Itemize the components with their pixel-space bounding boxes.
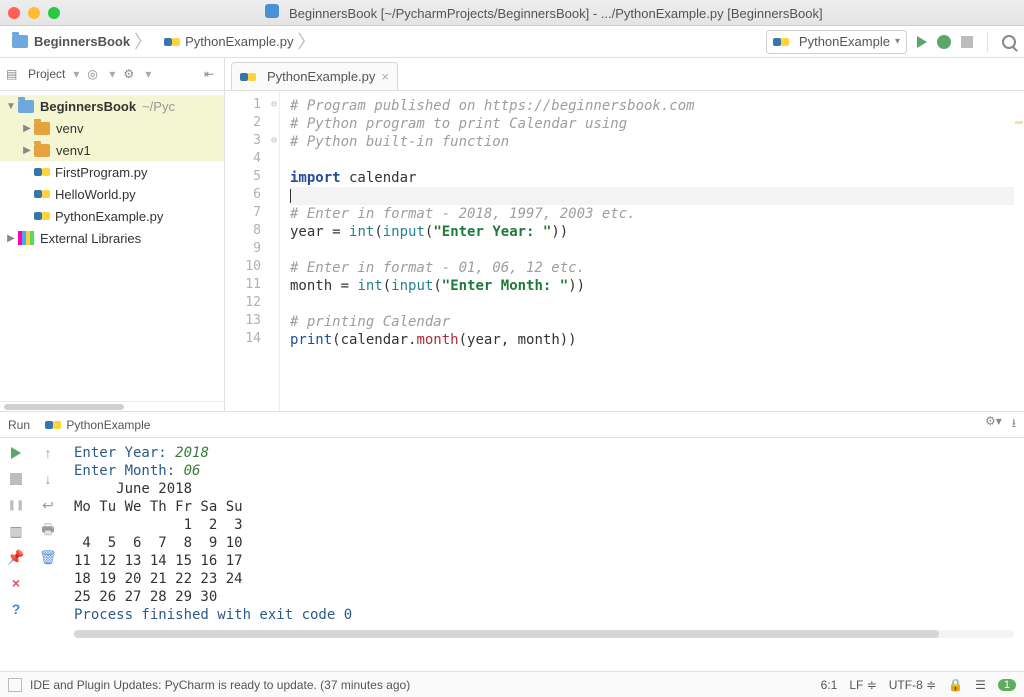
download-icon[interactable]: ⭳ xyxy=(1012,414,1016,435)
libraries-icon xyxy=(18,231,34,245)
tree-file[interactable]: FirstProgram.py xyxy=(0,161,224,183)
tree-folder[interactable]: ▶ venv xyxy=(0,117,224,139)
close-run-button[interactable]: × xyxy=(7,574,25,592)
close-tab-icon[interactable]: × xyxy=(381,69,389,84)
line-gutter[interactable]: 1⊖23⊖4567891011121314 xyxy=(225,91,280,411)
file-encoding[interactable]: UTF-8 ≑ xyxy=(889,678,936,692)
project-tree[interactable]: ▼ BeginnersBook ~/Pyc ▶ venv ▶ venv1 xyxy=(0,91,224,401)
tree-twisty-icon[interactable]: ▶ xyxy=(4,233,18,244)
error-stripe[interactable] xyxy=(1014,91,1024,411)
close-window-icon[interactable] xyxy=(8,7,20,19)
debug-button[interactable] xyxy=(937,35,951,49)
navigation-bar: BeginnersBook 〉 PythonExample.py 〉 Pytho… xyxy=(0,26,1024,58)
minimize-window-icon[interactable] xyxy=(28,7,40,19)
stop-process-button[interactable] xyxy=(7,470,25,488)
project-view-icon[interactable] xyxy=(6,67,20,81)
console-scrollbar[interactable] xyxy=(74,630,1014,638)
separator xyxy=(987,32,988,52)
down-arrow-icon[interactable]: ↓ xyxy=(39,470,57,488)
git-icon[interactable]: ☰ xyxy=(975,678,986,692)
layout-icon[interactable]: ▥ xyxy=(7,522,25,540)
editor-tab-label: PythonExample.py xyxy=(267,69,375,84)
gear-icon[interactable] xyxy=(123,67,137,81)
project-sidebar: Project ▾ ▾ ▾ ▼ BeginnersBook ~/Pyc ▶ xyxy=(0,58,225,411)
tree-twisty-icon[interactable]: ▼ xyxy=(4,101,18,112)
python-file-icon xyxy=(773,34,789,50)
chevron-down-icon: ▾ xyxy=(895,36,900,47)
run-config-selector[interactable]: PythonExample ▾ xyxy=(766,30,907,54)
run-config-name[interactable]: PythonExample xyxy=(66,418,150,432)
run-header: Run PythonExample ⚙▾ ⭳ xyxy=(0,412,1024,438)
status-message[interactable]: IDE and Plugin Updates: PyCharm is ready… xyxy=(30,678,410,692)
editor-pane: PythonExample.py × 1⊖23⊖4567891011121314… xyxy=(225,58,1024,411)
tree-file[interactable]: HelloWorld.py xyxy=(0,183,224,205)
autoscroll-icon[interactable] xyxy=(87,67,101,81)
gear-icon[interactable]: ⚙▾ xyxy=(985,414,1002,435)
chevron-right-icon: 〉 xyxy=(134,33,152,51)
code-editor[interactable]: 1⊖23⊖4567891011121314 # Program publishe… xyxy=(225,91,1024,411)
pause-button[interactable] xyxy=(7,496,25,514)
run-tool-window: Run PythonExample ⚙▾ ⭳ ▥ 📌 × ? ↑ ↓ xyxy=(0,411,1024,671)
editor-tabs: PythonExample.py × xyxy=(225,58,1024,91)
project-tool-label[interactable]: Project xyxy=(28,67,65,81)
trash-icon[interactable]: 🗑 xyxy=(39,548,57,566)
wrap-icon[interactable]: ↩ xyxy=(39,496,57,514)
lock-icon[interactable]: 🔒 xyxy=(948,678,963,692)
python-file-icon xyxy=(240,69,256,85)
up-arrow-icon[interactable]: ↑ xyxy=(39,444,57,462)
python-file-icon xyxy=(34,164,50,180)
code-area[interactable]: # Program published on https://beginners… xyxy=(280,91,1014,411)
help-icon[interactable]: ? xyxy=(7,600,25,618)
status-bar: IDE and Plugin Updates: PyCharm is ready… xyxy=(0,671,1024,697)
chevron-right-icon: 〉 xyxy=(297,33,315,51)
folder-icon xyxy=(34,144,50,157)
python-file-icon xyxy=(45,417,61,433)
pin-icon[interactable]: 📌 xyxy=(7,548,25,566)
run-toolbar-left: ▥ 📌 × ? xyxy=(0,438,32,671)
window-titlebar: BeginnersBook [~/PycharmProjects/Beginne… xyxy=(0,0,1024,26)
run-tab-label[interactable]: Run xyxy=(8,418,30,432)
search-icon[interactable] xyxy=(1002,35,1016,49)
rerun-button[interactable] xyxy=(7,444,25,462)
tool-windows-icon[interactable] xyxy=(8,678,22,692)
folder-icon xyxy=(18,100,34,113)
editor-tab[interactable]: PythonExample.py × xyxy=(231,62,398,90)
window-controls xyxy=(8,7,60,19)
tree-twisty-icon[interactable]: ▶ xyxy=(20,145,34,156)
print-icon[interactable]: 🖶 xyxy=(39,522,57,540)
tree-file[interactable]: PythonExample.py xyxy=(0,205,224,227)
tree-external-libraries[interactable]: ▶ External Libraries xyxy=(0,227,224,249)
tree-twisty-icon[interactable]: ▶ xyxy=(20,123,34,134)
run-toolbar-left2: ↑ ↓ ↩ 🖶 🗑 xyxy=(32,438,64,671)
hide-sidebar-icon[interactable] xyxy=(204,67,218,81)
python-file-icon xyxy=(34,208,50,224)
folder-icon xyxy=(34,122,50,135)
tree-root[interactable]: ▼ BeginnersBook ~/Pyc xyxy=(0,95,224,117)
python-file-icon xyxy=(164,34,180,50)
notifications-badge[interactable]: 1 xyxy=(998,679,1016,691)
console-output[interactable]: Enter Year: 2018Enter Month: 06 June 201… xyxy=(64,438,1024,671)
caret-position[interactable]: 6:1 xyxy=(821,678,838,692)
python-file-icon xyxy=(34,186,50,202)
breadcrumb-file[interactable]: PythonExample.py 〉 xyxy=(160,30,323,54)
folder-icon xyxy=(12,35,28,48)
line-separator[interactable]: LF ≑ xyxy=(849,678,876,692)
sidebar-scrollbar[interactable] xyxy=(0,401,224,411)
stop-button[interactable] xyxy=(961,36,973,48)
breadcrumb-project[interactable]: BeginnersBook 〉 xyxy=(8,30,160,54)
run-button[interactable] xyxy=(917,36,927,48)
project-tool-header: Project ▾ ▾ ▾ xyxy=(0,58,224,91)
zoom-window-icon[interactable] xyxy=(48,7,60,19)
window-title: BeginnersBook [~/PycharmProjects/Beginne… xyxy=(72,4,1016,21)
app-icon xyxy=(265,4,279,18)
tree-folder[interactable]: ▶ venv1 xyxy=(0,139,224,161)
